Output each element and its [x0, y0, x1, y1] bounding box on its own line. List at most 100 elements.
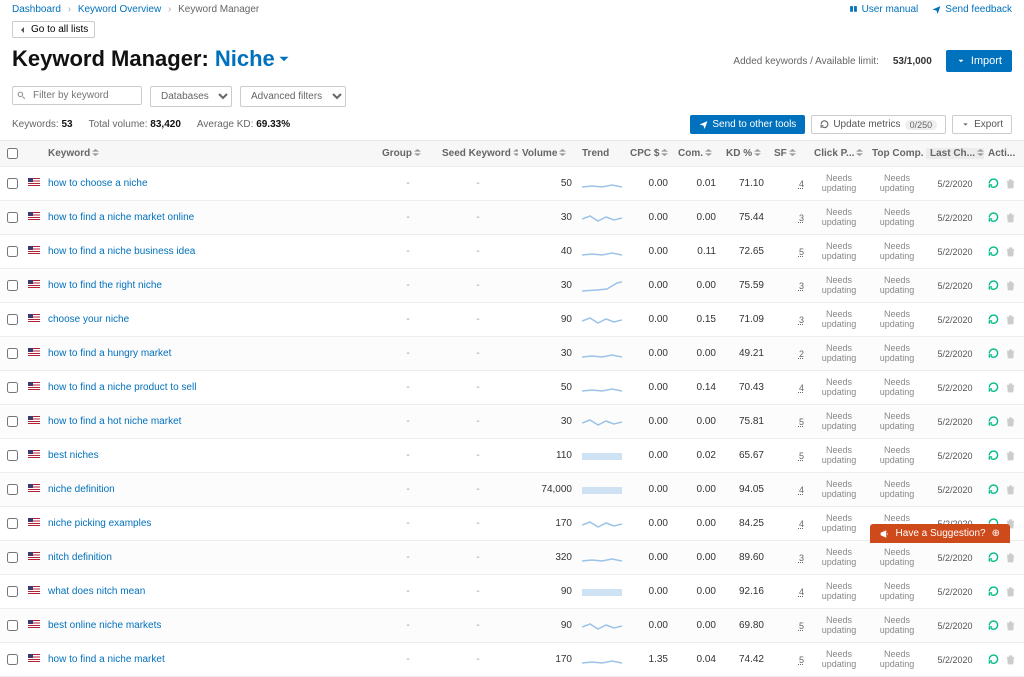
- delete-row-icon[interactable]: [1005, 552, 1016, 563]
- col-cpc[interactable]: CPC $: [626, 148, 674, 159]
- cell-sf[interactable]: 4: [770, 383, 810, 393]
- col-kd[interactable]: KD %: [722, 148, 770, 159]
- keyword-link[interactable]: how to find a hungry market: [48, 348, 171, 359]
- delete-row-icon[interactable]: [1005, 586, 1016, 597]
- cell-sf[interactable]: 2: [770, 349, 810, 359]
- cell-sf[interactable]: 4: [770, 179, 810, 189]
- col-com[interactable]: Com.: [674, 148, 722, 159]
- cell-sf[interactable]: 4: [770, 485, 810, 495]
- databases-select[interactable]: Databases: [150, 86, 232, 107]
- col-lastchecked[interactable]: Last Ch...: [926, 148, 984, 159]
- row-checkbox[interactable]: [7, 212, 18, 223]
- refresh-row-icon[interactable]: [988, 348, 999, 359]
- keyword-link[interactable]: best niches: [48, 450, 99, 461]
- keyword-link[interactable]: nitch definition: [48, 552, 112, 563]
- delete-row-icon[interactable]: [1005, 382, 1016, 393]
- delete-row-icon[interactable]: [1005, 450, 1016, 461]
- delete-row-icon[interactable]: [1005, 314, 1016, 325]
- list-name-dropdown[interactable]: Niche: [215, 46, 290, 72]
- row-checkbox[interactable]: [7, 416, 18, 427]
- row-checkbox[interactable]: [7, 178, 18, 189]
- select-all-checkbox[interactable]: [7, 148, 18, 159]
- refresh-row-icon[interactable]: [988, 246, 999, 257]
- cell-sf[interactable]: 5: [770, 655, 810, 665]
- keyword-link[interactable]: how to choose a niche: [48, 178, 148, 189]
- breadcrumb-overview[interactable]: Keyword Overview: [78, 4, 161, 15]
- keyword-link[interactable]: what does nitch mean: [48, 586, 145, 597]
- advanced-filters-select[interactable]: Advanced filters: [240, 86, 346, 107]
- refresh-row-icon[interactable]: [988, 416, 999, 427]
- keyword-link[interactable]: how to find the right niche: [48, 280, 162, 291]
- keyword-link[interactable]: how to find a niche market: [48, 654, 165, 665]
- refresh-row-icon[interactable]: [988, 552, 999, 563]
- row-checkbox[interactable]: [7, 314, 18, 325]
- row-checkbox[interactable]: [7, 450, 18, 461]
- row-checkbox[interactable]: [7, 586, 18, 597]
- refresh-row-icon[interactable]: [988, 586, 999, 597]
- col-topcomp[interactable]: Top Comp.: [868, 148, 926, 159]
- row-checkbox[interactable]: [7, 280, 18, 291]
- col-volume[interactable]: Volume: [518, 148, 578, 159]
- refresh-row-icon[interactable]: [988, 450, 999, 461]
- send-to-other-tools-button[interactable]: Send to other tools: [690, 115, 805, 134]
- cell-sf[interactable]: 4: [770, 519, 810, 529]
- delete-row-icon[interactable]: [1005, 212, 1016, 223]
- keyword-link[interactable]: how to find a niche market online: [48, 212, 194, 223]
- keyword-link[interactable]: choose your niche: [48, 314, 129, 325]
- refresh-row-icon[interactable]: [988, 314, 999, 325]
- delete-row-icon[interactable]: [1005, 246, 1016, 257]
- cell-sf[interactable]: 5: [770, 417, 810, 427]
- export-button[interactable]: Export: [952, 115, 1012, 134]
- delete-row-icon[interactable]: [1005, 280, 1016, 291]
- cell-sf[interactable]: 3: [770, 553, 810, 563]
- cell-sf[interactable]: 5: [770, 621, 810, 631]
- have-suggestion-button[interactable]: Have a Suggestion? ⊕: [870, 524, 1010, 543]
- refresh-row-icon[interactable]: [988, 654, 999, 665]
- send-feedback-link[interactable]: Send feedback: [932, 4, 1012, 15]
- row-checkbox[interactable]: [7, 348, 18, 359]
- delete-row-icon[interactable]: [1005, 416, 1016, 427]
- row-checkbox[interactable]: [7, 382, 18, 393]
- refresh-row-icon[interactable]: [988, 178, 999, 189]
- cell-sf[interactable]: 3: [770, 315, 810, 325]
- row-checkbox[interactable]: [7, 518, 18, 529]
- go-to-all-lists-button[interactable]: Go to all lists: [12, 21, 95, 38]
- filter-keyword-input[interactable]: [12, 86, 142, 105]
- row-checkbox[interactable]: [7, 484, 18, 495]
- col-trend[interactable]: Trend: [578, 148, 626, 159]
- cell-sf[interactable]: 3: [770, 281, 810, 291]
- col-click[interactable]: Click P...: [810, 148, 868, 159]
- keyword-link[interactable]: how to find a niche business idea: [48, 246, 195, 257]
- col-keyword[interactable]: Keyword: [44, 148, 378, 159]
- cell-sf[interactable]: 3: [770, 213, 810, 223]
- cell-sf[interactable]: 5: [770, 451, 810, 461]
- row-checkbox[interactable]: [7, 620, 18, 631]
- keyword-link[interactable]: how to find a niche product to sell: [48, 382, 196, 393]
- cell-sf[interactable]: 4: [770, 587, 810, 597]
- refresh-row-icon[interactable]: [988, 382, 999, 393]
- update-metrics-button[interactable]: Update metrics 0/250: [811, 115, 946, 134]
- keyword-link[interactable]: best online niche markets: [48, 620, 161, 631]
- refresh-row-icon[interactable]: [988, 280, 999, 291]
- col-sf[interactable]: SF: [770, 148, 810, 159]
- row-checkbox[interactable]: [7, 552, 18, 563]
- cell-sf[interactable]: 5: [770, 247, 810, 257]
- keyword-link[interactable]: niche picking examples: [48, 518, 151, 529]
- refresh-row-icon[interactable]: [988, 620, 999, 631]
- row-checkbox[interactable]: [7, 654, 18, 665]
- col-group[interactable]: Group: [378, 148, 438, 159]
- import-button[interactable]: Import: [946, 50, 1012, 72]
- keyword-link[interactable]: niche definition: [48, 484, 115, 495]
- col-seed[interactable]: Seed Keyword: [438, 148, 518, 159]
- keyword-link[interactable]: how to find a hot niche market: [48, 416, 181, 427]
- delete-row-icon[interactable]: [1005, 484, 1016, 495]
- refresh-row-icon[interactable]: [988, 484, 999, 495]
- user-manual-link[interactable]: User manual: [849, 4, 919, 15]
- delete-row-icon[interactable]: [1005, 654, 1016, 665]
- delete-row-icon[interactable]: [1005, 348, 1016, 359]
- delete-row-icon[interactable]: [1005, 178, 1016, 189]
- delete-row-icon[interactable]: [1005, 620, 1016, 631]
- breadcrumb-dashboard[interactable]: Dashboard: [12, 4, 61, 15]
- row-checkbox[interactable]: [7, 246, 18, 257]
- refresh-row-icon[interactable]: [988, 212, 999, 223]
